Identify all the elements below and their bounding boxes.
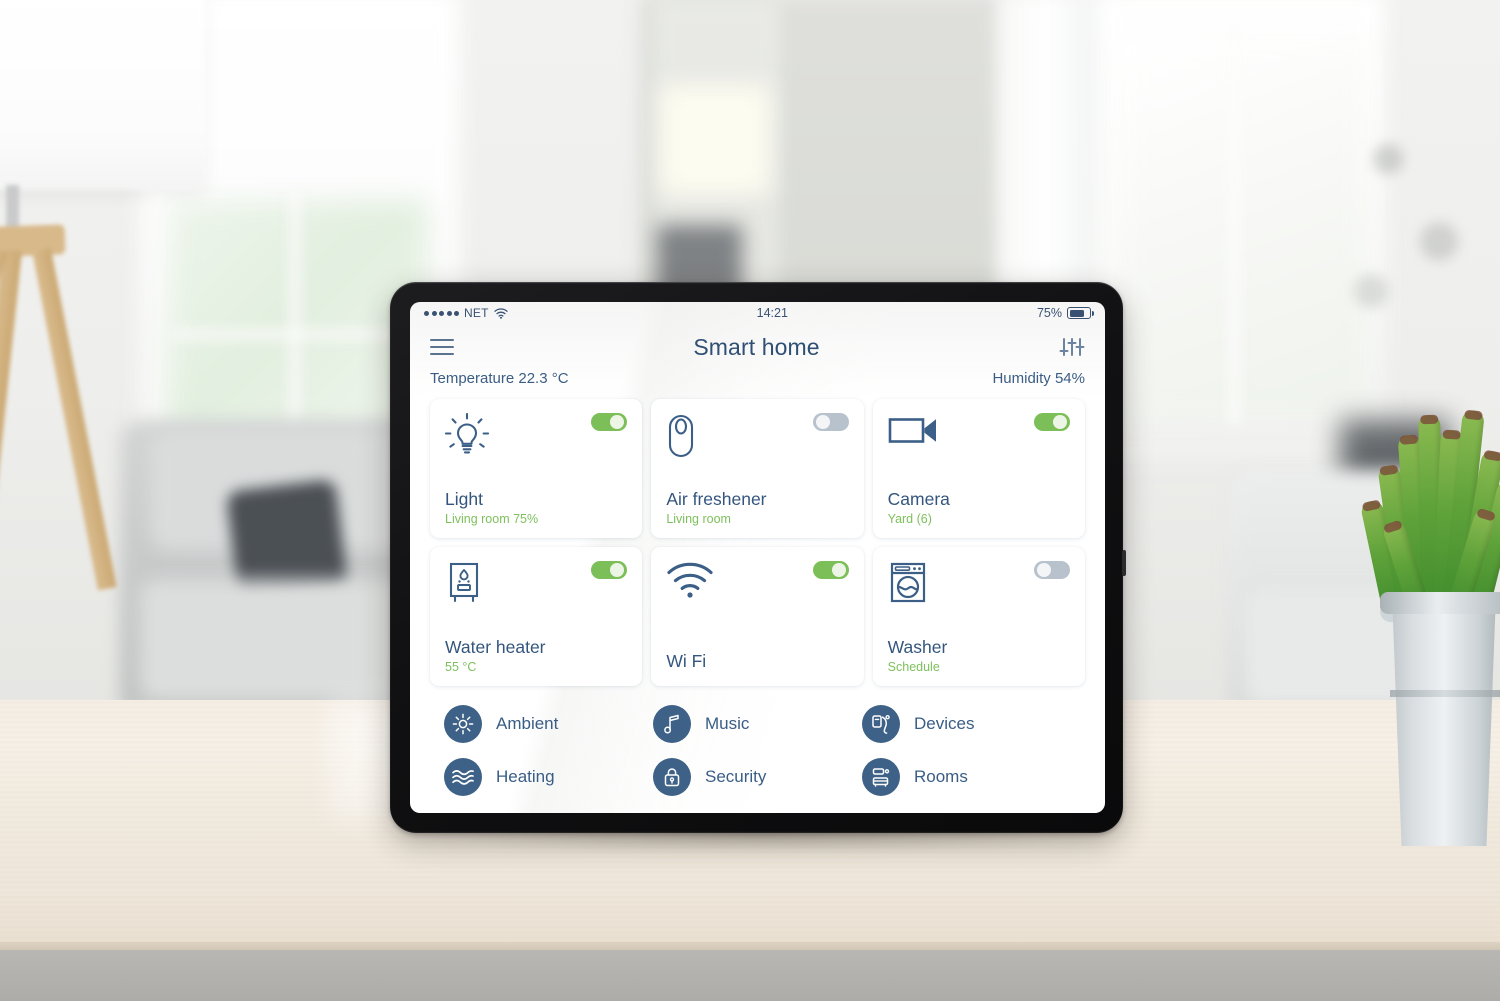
device-card-air-freshener[interactable]: Air freshener Living room bbox=[651, 399, 864, 538]
nav-item-devices[interactable]: Devices bbox=[862, 698, 1071, 751]
nav-item-heating[interactable]: Heating bbox=[444, 751, 653, 804]
toggle-air-freshener[interactable] bbox=[812, 413, 849, 431]
nav-item-label: Ambient bbox=[496, 714, 559, 734]
tablet-screen: NET 14:21 75% Smart home Temperature 22.… bbox=[410, 302, 1105, 813]
toggle-camera[interactable] bbox=[1033, 413, 1070, 431]
status-bar-left: NET bbox=[424, 306, 508, 320]
floor-lamp-neck bbox=[6, 185, 19, 230]
card-title: Light bbox=[445, 488, 483, 509]
waves-icon bbox=[444, 757, 482, 796]
card-header bbox=[888, 413, 1070, 475]
card-header bbox=[445, 561, 628, 623]
air-freshener-icon bbox=[666, 413, 696, 464]
hamburger-menu-icon[interactable] bbox=[430, 339, 454, 355]
card-title: Water heater bbox=[445, 636, 546, 657]
sun-icon bbox=[444, 705, 482, 744]
toggle-light[interactable] bbox=[591, 413, 628, 431]
succulent-plant bbox=[1359, 405, 1500, 621]
toggle-wifi[interactable] bbox=[812, 561, 849, 579]
rooms-icon bbox=[862, 757, 900, 796]
device-card-wifi[interactable]: Wi Fi bbox=[651, 547, 864, 686]
humidity-reading: Humidity 54% bbox=[992, 370, 1085, 387]
card-header bbox=[666, 413, 849, 475]
card-title: Camera bbox=[887, 488, 950, 509]
right-window-mullion bbox=[1230, 30, 1239, 430]
video-camera-icon bbox=[888, 413, 940, 452]
pot-rim bbox=[1380, 592, 1500, 614]
lightbulb-icon bbox=[444, 412, 490, 464]
music-icon bbox=[653, 705, 691, 744]
card-subtitle: Schedule bbox=[887, 660, 940, 674]
nav-item-label: Security bbox=[705, 766, 767, 786]
device-card-washer[interactable]: Washer Schedule bbox=[872, 547, 1085, 686]
nav-item-label: Rooms bbox=[914, 766, 968, 786]
carrier-label: NET bbox=[464, 306, 489, 320]
card-header bbox=[888, 561, 1070, 623]
nav-item-security[interactable]: Security bbox=[653, 751, 862, 804]
toggle-water-heater[interactable] bbox=[591, 561, 628, 579]
sliders-icon[interactable] bbox=[1059, 336, 1085, 358]
floor bbox=[0, 950, 1500, 1001]
card-title: Wi Fi bbox=[666, 650, 707, 671]
card-header bbox=[666, 561, 849, 623]
pot-band bbox=[1390, 690, 1500, 697]
card-title: Air freshener bbox=[666, 488, 767, 509]
nav-item-label: Devices bbox=[914, 714, 975, 734]
status-bar-right: 75% bbox=[1036, 306, 1094, 320]
device-card-camera[interactable]: Camera Yard (6) bbox=[872, 399, 1085, 538]
status-bar-clock: 14:21 bbox=[756, 306, 788, 320]
page-title: Smart home bbox=[693, 333, 820, 360]
background-branch-plant bbox=[1320, 60, 1490, 390]
water-heater-icon bbox=[445, 561, 483, 610]
card-header bbox=[444, 412, 628, 475]
nav-item-label: Music bbox=[705, 714, 750, 734]
environment-readings: Temperature 22.3 °C Humidity 54% bbox=[410, 370, 1105, 391]
floor-lamp-shade bbox=[0, 0, 205, 190]
battery-percent-label: 75% bbox=[1036, 306, 1062, 320]
nav-item-music[interactable]: Music bbox=[653, 698, 862, 751]
metal-plant-pot bbox=[1392, 596, 1496, 846]
card-subtitle: 55 °C bbox=[445, 660, 477, 674]
card-subtitle: Living room bbox=[666, 512, 731, 526]
lock-icon bbox=[653, 757, 691, 796]
device-card-grid: Light Living room 75% Air freshener Livi… bbox=[410, 391, 1105, 686]
nav-item-ambient[interactable]: Ambient bbox=[444, 698, 653, 751]
tablet-device: NET 14:21 75% Smart home Temperature 22.… bbox=[390, 282, 1126, 833]
status-bar: NET 14:21 75% bbox=[410, 302, 1105, 324]
quick-actions-nav: Ambient Music Devices Heating Security R… bbox=[410, 686, 1105, 813]
devices-icon bbox=[862, 705, 900, 744]
nav-item-label: Heating bbox=[496, 766, 555, 786]
device-card-water-heater[interactable]: Water heater 55 °C bbox=[430, 547, 643, 686]
card-title: Washer bbox=[887, 636, 948, 657]
temperature-reading: Temperature 22.3 °C bbox=[430, 370, 569, 387]
battery-icon bbox=[1067, 307, 1094, 319]
center-bright-reflection bbox=[660, 85, 770, 195]
wifi-icon bbox=[493, 307, 508, 319]
toggle-washer[interactable] bbox=[1033, 561, 1070, 579]
card-subtitle: Living room 75% bbox=[445, 512, 539, 526]
nav-item-rooms[interactable]: Rooms bbox=[862, 751, 1071, 804]
signal-strength-dots-icon bbox=[424, 310, 459, 316]
card-subtitle: Yard (6) bbox=[887, 512, 932, 526]
power-button[interactable] bbox=[1122, 550, 1126, 576]
wifi-icon bbox=[666, 561, 714, 604]
washing-machine-icon bbox=[888, 561, 928, 610]
device-card-light[interactable]: Light Living room 75% bbox=[430, 399, 643, 538]
app-bar: Smart home bbox=[410, 324, 1105, 370]
